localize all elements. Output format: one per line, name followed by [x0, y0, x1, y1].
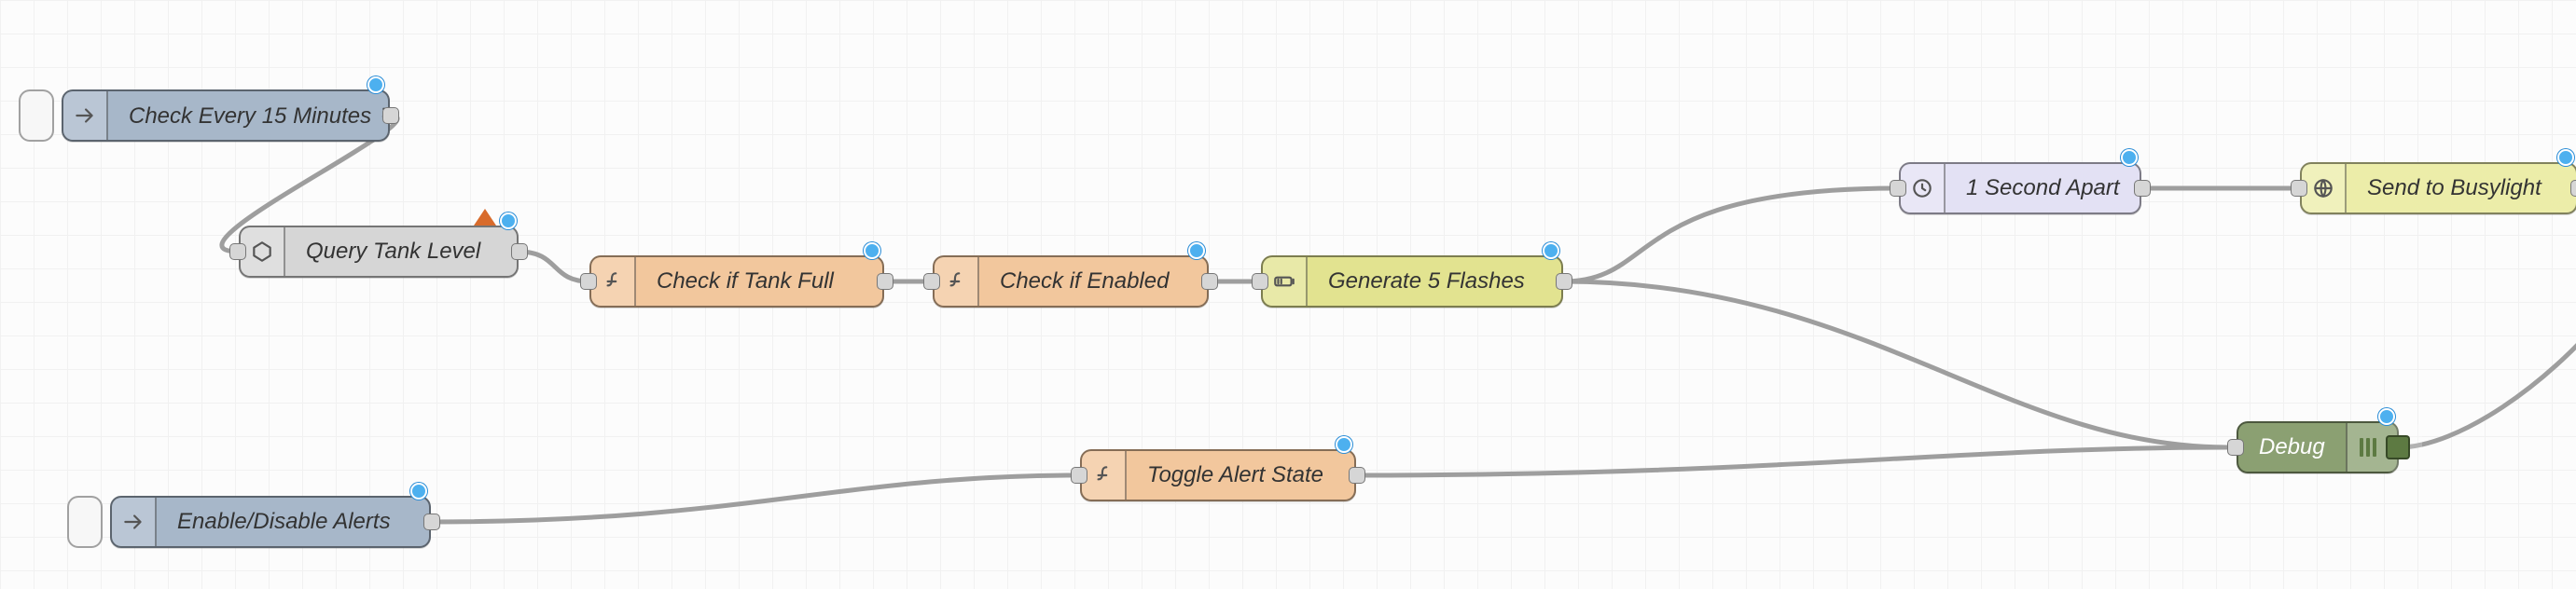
node-label: Check Every 15 Minutes ↻	[108, 103, 417, 130]
inject-button[interactable]	[67, 496, 103, 548]
node-label: Check if Tank Full	[636, 268, 854, 294]
status-dot-icon	[367, 76, 384, 93]
node-debug[interactable]: Debug	[2237, 421, 2399, 473]
status-dot-icon	[1188, 242, 1205, 259]
output-port[interactable]	[1349, 467, 1365, 484]
node-enable-disable[interactable]: Enable/Disable Alerts	[110, 496, 431, 548]
status-dot-icon	[2557, 149, 2574, 166]
output-port[interactable]	[382, 107, 399, 124]
function-icon	[591, 257, 636, 306]
node-generate-flashes[interactable]: Generate 5 Flashes	[1261, 255, 1563, 308]
output-port[interactable]	[2570, 180, 2576, 197]
node-label: Toggle Alert State	[1127, 462, 1344, 488]
node-check-full[interactable]: Check if Tank Full	[589, 255, 884, 308]
input-port[interactable]	[1071, 467, 1087, 484]
input-port[interactable]	[2291, 180, 2307, 197]
node-label: Generate 5 Flashes	[1308, 268, 1545, 294]
output-port[interactable]	[511, 243, 528, 260]
node-label: Enable/Disable Alerts	[157, 509, 411, 535]
arrow-right-icon	[63, 91, 108, 140]
input-port[interactable]	[580, 273, 597, 290]
error-triangle-icon	[474, 209, 496, 226]
inject-button[interactable]	[19, 89, 54, 142]
clock-icon	[1901, 164, 1946, 212]
status-dot-icon	[864, 242, 880, 259]
function-icon	[935, 257, 979, 306]
battery-icon	[1263, 257, 1308, 306]
status-dot-icon	[500, 212, 517, 229]
status-dot-icon	[410, 483, 427, 500]
node-label: Query Tank Level	[285, 239, 501, 265]
node-delay[interactable]: 1 Second Apart	[1899, 162, 2141, 214]
output-port[interactable]	[877, 273, 893, 290]
input-port[interactable]	[1890, 180, 1906, 197]
output-port[interactable]	[423, 514, 440, 530]
output-port[interactable]	[1556, 273, 1572, 290]
hexagon-icon	[241, 227, 285, 276]
node-label: Check if Enabled	[979, 268, 1189, 294]
node-query-tank[interactable]: Query Tank Level	[239, 226, 519, 278]
status-dot-icon	[1336, 436, 1352, 453]
node-label: 1 Second Apart	[1946, 175, 2140, 201]
node-busylight[interactable]: Send to Busylight	[2300, 162, 2576, 214]
input-port[interactable]	[1252, 273, 1268, 290]
node-check-interval[interactable]: Check Every 15 Minutes ↻	[62, 89, 390, 142]
node-toggle-alert[interactable]: Toggle Alert State	[1080, 449, 1356, 501]
status-dot-icon	[2121, 149, 2138, 166]
input-port[interactable]	[2227, 439, 2244, 456]
output-port[interactable]	[1201, 273, 1218, 290]
node-check-enabled[interactable]: Check if Enabled	[933, 255, 1209, 308]
arrow-right-icon	[112, 498, 157, 546]
node-label: Send to Busylight	[2347, 175, 2562, 201]
function-icon	[1082, 451, 1127, 500]
output-port[interactable]	[2134, 180, 2151, 197]
input-port[interactable]	[229, 243, 246, 260]
status-dot-icon	[2378, 408, 2395, 425]
node-label: Debug	[2238, 434, 2346, 460]
globe-icon	[2302, 164, 2347, 212]
debug-list-icon	[2346, 423, 2422, 472]
input-port[interactable]	[923, 273, 940, 290]
status-dot-icon	[1543, 242, 1559, 259]
